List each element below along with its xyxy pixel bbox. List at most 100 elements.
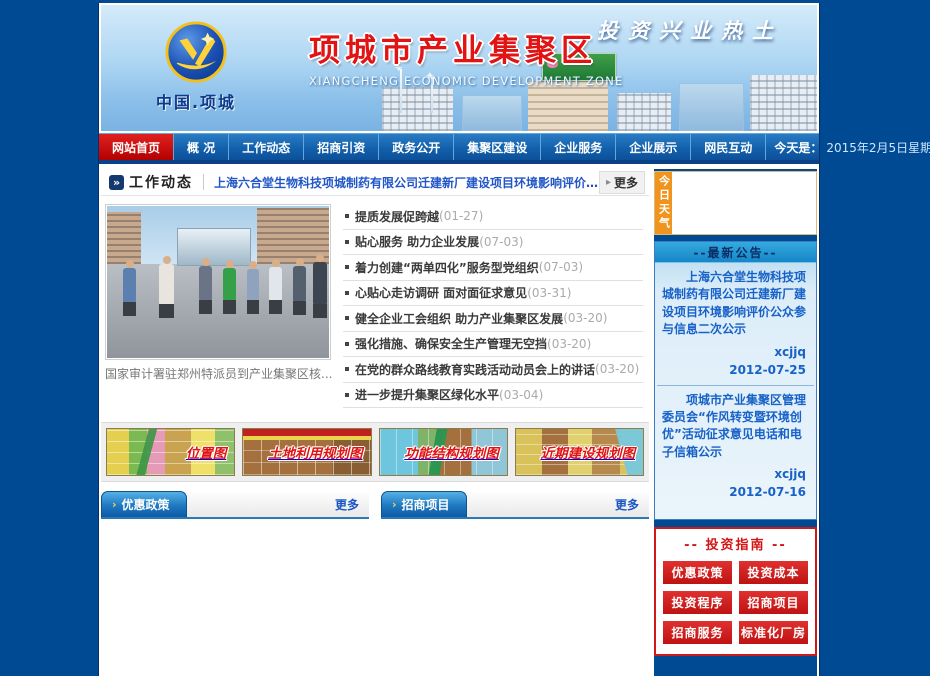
section-header: › 优惠政策 更多: [101, 492, 369, 519]
person-figure: [123, 268, 136, 302]
map-label: 功能结构规划图: [404, 442, 499, 462]
news-link[interactable]: 着力创建“两单四化”服务型党组织: [355, 259, 539, 276]
planning-maps-strip: 位置图 土地利用规划图 功能结构规划图 近期建设规划图: [101, 422, 649, 482]
investment-buttons: 优惠政策 投资成本 投资程序 招商项目 招商服务 标准化厂房: [656, 557, 815, 654]
person-figure: [247, 269, 259, 300]
button-investment-cost[interactable]: 投资成本: [739, 561, 808, 584]
nav-item-overview[interactable]: 概 况: [174, 134, 229, 160]
photo-scene: [107, 206, 329, 358]
building: [462, 95, 522, 131]
map-functional-structure[interactable]: 功能结构规划图: [379, 428, 508, 476]
bullet-icon: [345, 291, 349, 295]
button-preferential-policies[interactable]: 优惠政策: [663, 561, 732, 584]
work-more-button[interactable]: ▸ 更多: [599, 171, 645, 194]
button-investment-projects[interactable]: 招商项目: [739, 591, 808, 614]
map-label: 近期建设规划图: [541, 442, 636, 462]
nav-item-gov-affairs[interactable]: 政务公开: [379, 134, 454, 160]
chevrons-right-icon: »: [109, 175, 124, 190]
nav-item-work-news[interactable]: 工作动态: [229, 134, 304, 160]
news-date: (03-20): [547, 337, 591, 351]
bullet-icon: [345, 316, 349, 320]
nav-item-interaction[interactable]: 网民互动: [691, 134, 766, 160]
featured-photo[interactable]: [105, 204, 331, 360]
news-date: (03-20): [563, 311, 607, 325]
news-date: (03-04): [499, 388, 543, 402]
weather-widget: 今日天气: [654, 171, 817, 235]
nav-item-zone-construction[interactable]: 集聚区建设: [454, 134, 541, 160]
announcement-item: 项城市产业集聚区管理委员会“作风转变暨环境创优”活动征求意见电话和电子信箱公示: [655, 386, 816, 464]
building: [177, 228, 251, 266]
button-investment-procedure[interactable]: 投资程序: [663, 591, 732, 614]
news-list-item: 强化措施、确保安全生产管理无空挡(03-20): [343, 332, 643, 358]
section-header: › 招商项目 更多: [381, 492, 649, 519]
more-link[interactable]: 更多: [335, 496, 359, 513]
news-link[interactable]: 在党的群众路线教育实践活动动员会上的讲话: [355, 361, 595, 378]
arrow-right-icon: ›: [392, 498, 397, 511]
header-slogan: 投资兴业热土: [597, 15, 783, 45]
announcement-link[interactable]: 项城市产业集聚区管理委员会“作风转变暨环境创优”活动征求意见电话和电子信箱公示: [662, 392, 809, 462]
site-title-cn: 项城市产业集聚区: [309, 25, 623, 70]
triangle-right-icon: ▸: [606, 177, 611, 188]
today-date: 今天是： 2015年2月5日星期四: [766, 134, 930, 160]
news-link[interactable]: 进一步提升集聚区绿化水平: [355, 386, 499, 403]
button-investment-service[interactable]: 招商服务: [663, 621, 732, 644]
news-list-item: 提质发展促跨越(01-27): [343, 204, 643, 230]
map-recent-construction[interactable]: 近期建设规划图: [515, 428, 644, 476]
news-link[interactable]: 心贴心走访调研 面对面征求意见: [355, 284, 527, 301]
map-land-use[interactable]: 土地利用规划图: [242, 428, 371, 476]
nav-item-enterprise-show[interactable]: 企业展示: [616, 134, 691, 160]
map-location[interactable]: 位置图: [106, 428, 235, 476]
news-link[interactable]: 提质发展促跨越: [355, 208, 439, 225]
tab-label: 优惠政策: [122, 496, 170, 513]
person-figure: [313, 262, 327, 304]
button-standard-workshop[interactable]: 标准化厂房: [739, 621, 808, 644]
work-news-header: » 工作动态 上海六合堂生物科技项城制药有限公司迁建新厂建设项目环境影响评价公众…: [101, 169, 649, 196]
logo-emblem-icon: [165, 21, 227, 83]
news-date: (07-03): [479, 235, 523, 249]
today-label: 今天是：: [774, 139, 822, 156]
building: [617, 93, 670, 131]
site-header-banner: 中国.项城 项城市产业集聚区 XIANGCHENG ECONOMIC DEVEL…: [99, 3, 819, 133]
featured-photo-column: 国家审计署驻郑州特派员到产业集聚区核...: [105, 204, 333, 408]
building: [382, 87, 453, 131]
bullet-icon: [345, 393, 349, 397]
announcement-link[interactable]: 上海六合堂生物科技项城制药有限公司迁建新厂建设项目环境影响评价公众参与信息二次公…: [662, 269, 809, 339]
news-list-item: 健全企业工会组织 助力产业集聚区发展(03-20): [343, 306, 643, 332]
building: [528, 81, 608, 131]
site-titles: 项城市产业集聚区 XIANGCHENG ECONOMIC DEVELOPMENT…: [309, 25, 623, 88]
nav-item-investment[interactable]: 招商引资: [304, 134, 379, 160]
more-link[interactable]: 更多: [615, 496, 639, 513]
person-figure: [159, 264, 174, 304]
content-area: » 工作动态 上海六合堂生物科技项城制药有限公司迁建新厂建设项目环境影响评价公众…: [99, 164, 819, 676]
announcements-title: --最新公告--: [655, 242, 816, 263]
news-link[interactable]: 强化措施、确保安全生产管理无空挡: [355, 335, 547, 352]
announcement-date: 2012-07-25: [655, 361, 806, 379]
building: [679, 83, 743, 131]
bottom-sections: › 优惠政策 更多 › 招商项目 更多: [101, 492, 649, 519]
person-figure: [199, 266, 212, 300]
tab-investment-projects[interactable]: › 招商项目: [381, 491, 467, 517]
logo-caption: 中国.项城: [121, 89, 271, 113]
main-column: » 工作动态 上海六合堂生物科技项城制药有限公司迁建新厂建设项目环境影响评价公众…: [101, 169, 649, 676]
site-logo: 中国.项城: [121, 21, 271, 113]
bullet-icon: [345, 342, 349, 346]
headline-ticker-link[interactable]: 上海六合堂生物科技项城制药有限公司迁建新厂建设项目环境影响评价公众参与信息一次公…: [214, 174, 599, 191]
investment-guide-title: -- 投资指南 --: [656, 529, 815, 557]
nav-item-home[interactable]: 网站首页: [99, 134, 174, 160]
news-link[interactable]: 贴心服务 助力企业发展: [355, 233, 479, 250]
news-list: 提质发展促跨越(01-27) 贴心服务 助力企业发展(07-03) 着力创建“两…: [343, 204, 645, 408]
tab-preferential-policies[interactable]: › 优惠政策: [101, 491, 187, 517]
nav-item-enterprise-service[interactable]: 企业服务: [541, 134, 616, 160]
announcement-meta: xcjjq 2012-07-16: [655, 463, 816, 507]
section-investment-projects: › 招商项目 更多: [381, 492, 649, 519]
building: [750, 75, 817, 131]
news-link[interactable]: 健全企业工会组织 助力产业集聚区发展: [355, 310, 563, 327]
bullet-icon: [345, 240, 349, 244]
news-list-item: 进一步提升集聚区绿化水平(03-04): [343, 383, 643, 409]
person-figure: [269, 267, 282, 300]
main-navigation: 网站首页 概 况 工作动态 招商引资 政务公开 集聚区建设 企业服务 企业展示 …: [99, 133, 819, 160]
latest-announcements: --最新公告-- 上海六合堂生物科技项城制药有限公司迁建新厂建设项目环境影响评价…: [654, 241, 817, 520]
news-list-item: 心贴心走访调研 面对面征求意见(03-31): [343, 281, 643, 307]
bullet-icon: [345, 214, 349, 218]
site-title-en: XIANGCHENG ECONOMIC DEVELOPMENT ZONE: [309, 74, 623, 88]
